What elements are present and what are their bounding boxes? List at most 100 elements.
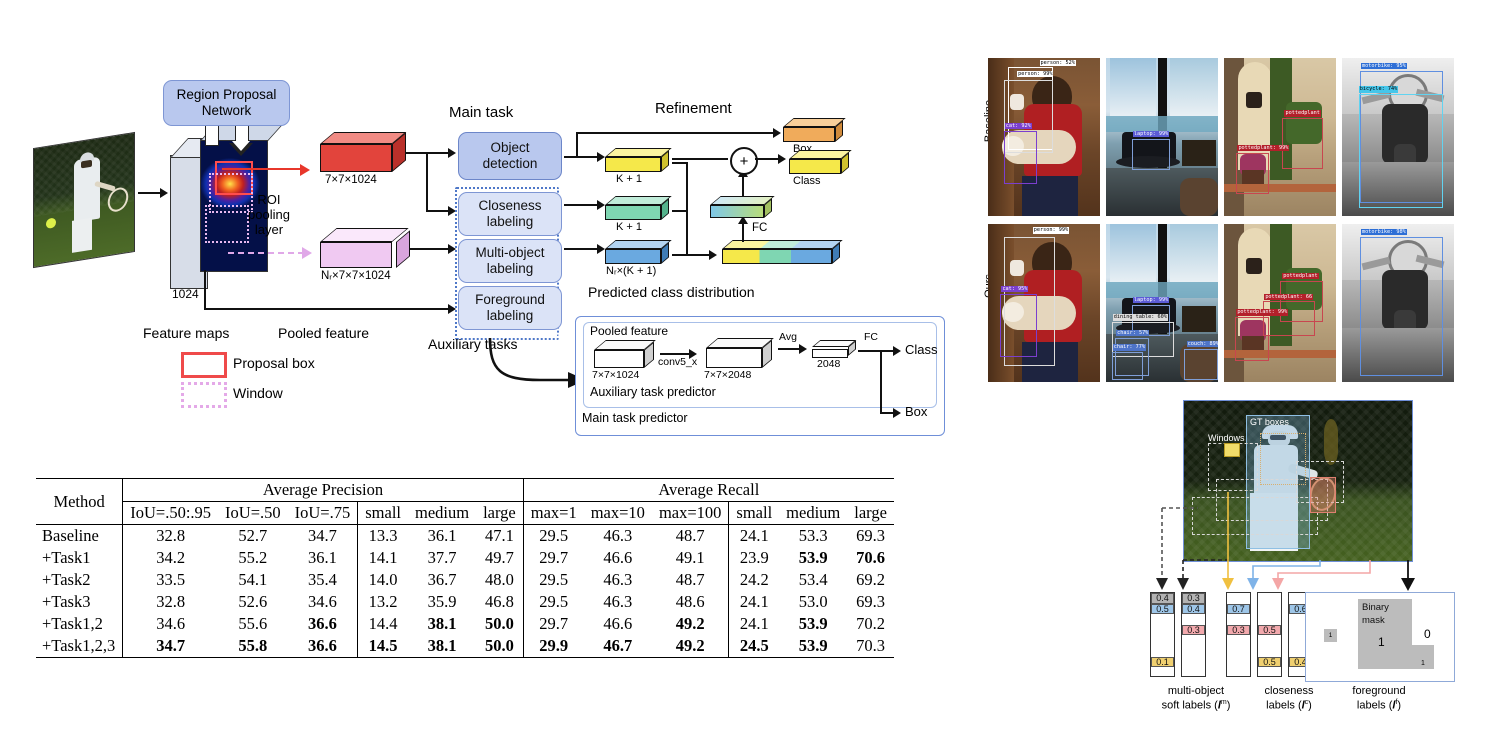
- feature-depth-label: 1024: [172, 287, 199, 301]
- task-object-detection-line2: detection: [482, 156, 538, 171]
- input-image-thumbnail: [33, 131, 135, 269]
- table-subheader: large: [476, 501, 524, 525]
- table-cell: 48.7: [651, 569, 730, 591]
- rpn-downarrow-2-head-inner: [232, 141, 250, 151]
- table-cell: 53.3: [779, 524, 848, 547]
- qualitative-image-ours-pottedplant: pottedplant pottedplant: 66 pottedplant: 9…: [1224, 224, 1336, 382]
- predictor-pooled-feature-label: Pooled feature: [590, 324, 669, 338]
- windows-text: Windows: [1208, 433, 1245, 443]
- table-cell: 52.6: [238, 592, 268, 611]
- detection-label: laptop: 99%: [1132, 296, 1170, 304]
- table-row: +Task1 34.2 55.2 36.1 14.1 37.7 49.7 29.7 46.6 49…: [36, 547, 894, 569]
- table-subheader: medium: [407, 501, 477, 525]
- detection-label: dining table: 60%: [1112, 314, 1168, 321]
- table-row: +Task1,2,3 34.7 55.8 36.6 14.5 38.1 50.0 29.9 46…: [36, 635, 894, 658]
- backbone-to-foreground-hline: [204, 308, 450, 310]
- table-subheader: max=1: [523, 501, 584, 525]
- table-cell: 70.6: [856, 548, 886, 567]
- table-cell: 52.7: [218, 524, 288, 547]
- table-row: +Task3 32.8 52.6 34.6 13.2 35.9 46.8 29.5 46.3 48…: [36, 591, 894, 613]
- detection-label: chair: 57%: [1116, 329, 1150, 337]
- table-row: +Task1,2 34.6 55.6 36.6 14.4 38.1 50.0 29.7 46.6…: [36, 613, 894, 635]
- label-column-col4: 0.5 0.5: [1257, 592, 1282, 677]
- detection-label: motorbike: 95%: [1361, 62, 1407, 70]
- table-cell: 34.6: [287, 591, 359, 613]
- table-cell: 53.9: [798, 614, 828, 633]
- table-cell: 53.9: [798, 548, 828, 567]
- to-plus-vline: [742, 176, 744, 196]
- detection-label: person: 99%: [1017, 70, 1054, 78]
- table-row: +Task2 33.5 54.1 35.4 14.0 36.7 48.0 29.5 46.3 48…: [36, 569, 894, 591]
- task-multi-object-labeling[interactable]: Multi-object labeling: [458, 239, 562, 283]
- closeness-to-green-arrow: [597, 200, 605, 210]
- label-cell: 0.4: [1151, 593, 1174, 604]
- table-cell: 53.9: [798, 636, 828, 655]
- detection-label: laptop: 99%: [1132, 130, 1170, 138]
- to-object-detection-arrow: [448, 148, 456, 158]
- qualitative-image-baseline-pottedplant: pottedplant pottedplant: 99%: [1224, 58, 1336, 216]
- region-proposal-network-box[interactable]: Region Proposal Network: [163, 80, 290, 126]
- table-cell: 35.4: [287, 569, 359, 591]
- table-cell: 13.3: [357, 524, 408, 547]
- input-arrow-line: [138, 192, 162, 194]
- task-multiobject-line1: Multi-object: [475, 245, 545, 261]
- label-connectors: [1156, 492, 1415, 591]
- table-cell: 14.0: [368, 570, 398, 589]
- foreground-mask-tiny-cell: 1: [1324, 629, 1337, 642]
- predictor-slab-2048-thin: [812, 340, 857, 358]
- gt-boxes-text: GT boxes: [1250, 417, 1289, 427]
- fc-split-vline: [880, 350, 882, 414]
- predictor-slab-2048-3d: [706, 338, 774, 368]
- table-cell: 69.2: [856, 570, 886, 589]
- task-foreground-labeling[interactable]: Foreground labeling: [458, 286, 562, 330]
- fc-label-refinement: FC: [752, 222, 768, 234]
- to-object-detection-line: [426, 152, 450, 154]
- table-subheader: small: [357, 501, 408, 525]
- main-task-predictor-label: Main task predictor: [582, 411, 688, 425]
- rpn-label-line1: Region Proposal: [176, 86, 277, 102]
- table-cell: 55.2: [238, 548, 268, 567]
- qualitative-image-baseline-motorbike: motorbike: 95% bicycle: 74%: [1342, 58, 1454, 216]
- table-cell: 36.7: [427, 570, 457, 589]
- table-cell-method: +Task3: [36, 591, 124, 613]
- od-to-box-hline-top: [576, 132, 776, 134]
- pink-slab-caption: Nᵣ×7×7×1024: [321, 270, 391, 282]
- table-cell: 24.1: [728, 524, 780, 547]
- roi-label-2: pooling: [248, 206, 290, 222]
- pink-slab-out-line: [410, 248, 450, 250]
- table-cell: 33.5: [156, 570, 186, 589]
- legend-proposal-box-swatch: [181, 352, 227, 378]
- table-cell: 24.2: [739, 570, 769, 589]
- task-foreground-line2: labeling: [486, 308, 534, 323]
- task-closeness-labeling[interactable]: Closeness labeling: [458, 192, 562, 236]
- table-cell: 69.3: [856, 592, 886, 611]
- task-object-detection[interactable]: Object detection: [458, 132, 562, 180]
- table-cell: 55.8: [238, 636, 268, 655]
- roi-label-3: layer: [254, 221, 284, 237]
- detection-label: couch: 89%: [1186, 340, 1218, 348]
- roi-label-1: ROI: [257, 192, 281, 207]
- od-to-yellow-arrow: [597, 152, 605, 162]
- class-output-slab: [789, 150, 852, 174]
- red-arrow-head: [300, 164, 310, 176]
- caption-foreground-l2: labels (lf): [1356, 699, 1402, 712]
- caption-multi-object-l2: soft labels (lm): [1161, 699, 1231, 712]
- caption-multi-object: multi-object soft labels (lm): [1136, 684, 1256, 713]
- table-cell: 29.5: [523, 524, 584, 547]
- bracket-vline: [686, 162, 688, 256]
- table-cell: 38.1: [427, 636, 457, 655]
- table-cell: 23.9: [739, 548, 769, 567]
- concat-slab: [722, 240, 843, 264]
- rpn-label-line2: Network: [201, 103, 252, 118]
- task-closeness-line1: Closeness: [478, 198, 542, 214]
- legend-window-label: Window: [233, 385, 283, 401]
- table-cell: 29.7: [539, 548, 569, 567]
- detection-label: pottedplant: 99%: [1236, 309, 1289, 316]
- table-subheader: IoU=.50:.95: [122, 501, 219, 525]
- table-cell: 47.1: [476, 524, 524, 547]
- mask-one-value: 1: [1378, 635, 1385, 649]
- table-cell: 46.3: [583, 524, 652, 547]
- detection-label: cat: 92%: [1004, 122, 1032, 130]
- detection-box: [1131, 138, 1170, 171]
- task-foreground-line1: Foreground: [475, 292, 545, 308]
